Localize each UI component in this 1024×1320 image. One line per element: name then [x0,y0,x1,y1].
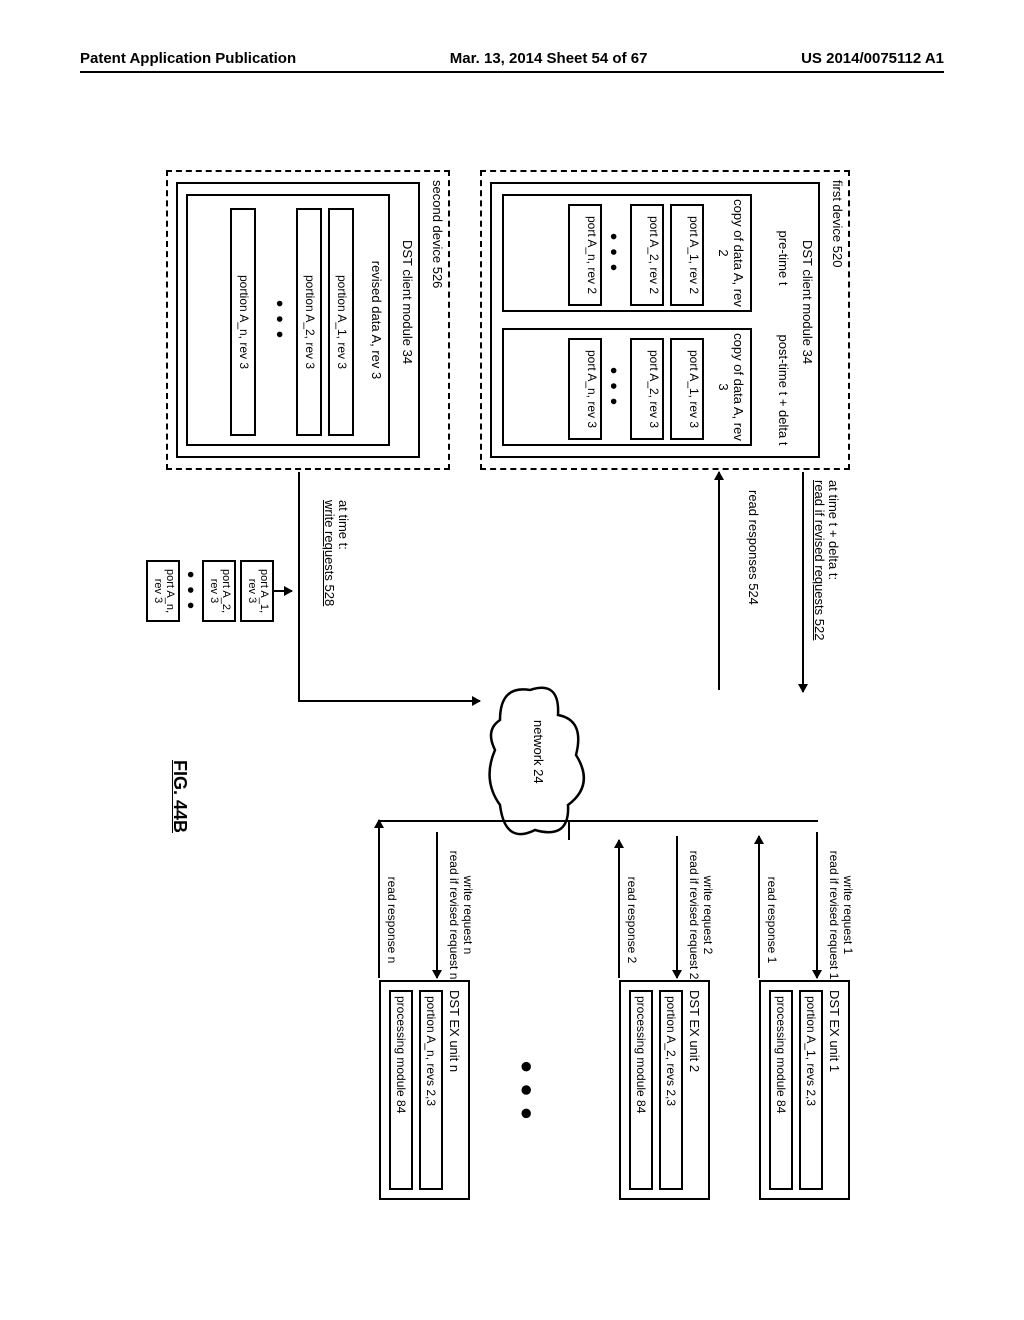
arrow-to-un [436,832,438,978]
lbl-wn: write request nread if revised request n [446,840,474,990]
lbl-w2: write request 2read if revised request 2 [686,840,714,990]
lbl-write-req: at time t: write requests 528 [321,500,350,660]
un-module: processing module 84 [389,990,413,1190]
second-device-title: second device 526 [430,180,444,288]
lbl-w1: write request 1read if revised request 1 [826,840,854,990]
figure-wrapper: first device 520 DST client module 34 pr… [0,305,1024,1075]
dst-ex-unit-1: DST EX unit 1 portion A_1, revs 2,3 proc… [759,980,850,1200]
arrow-to-u2 [676,836,678,978]
portbox-arrow [274,590,292,592]
hdr-mid: Mar. 13, 2014 Sheet 54 of 67 [450,50,648,67]
u1-portion: portion A_1, revs 2,3 [799,990,823,1190]
arrow-from-u2 [618,840,620,978]
u2-portion: portion A_2, revs 2,3 [659,990,683,1190]
arrow-from-un [378,820,380,978]
rev3-title: revised data A, rev 3 [369,196,388,444]
lbl-rrn: read response n [384,860,398,980]
arrow-to-u1 [816,832,818,978]
post-time-label: post-time t + delta t [776,330,790,450]
first-device-title: first device 520 [830,180,844,267]
u2-module: processing module 84 [629,990,653,1190]
dst1-title: DST client module 34 [800,240,814,364]
dots-icon: ● ● ● [184,560,198,622]
copy-pre-title: copy of data A, rev 2 [716,196,750,310]
line-wr-h [298,472,300,702]
copy-post-title: copy of data A, rev 3 [716,330,750,444]
pre-p1: port A_1, rev 2 [670,204,704,306]
copy-post: copy of data A, rev 3 port A_1, rev 3 po… [502,328,752,446]
stub-v1 [570,820,818,822]
figure-canvas: first device 520 DST client module 34 pr… [120,160,890,1220]
u1-module: processing module 84 [769,990,793,1190]
u1-title: DST EX unit 1 [827,990,842,1190]
post-p2: port A_2, rev 3 [630,338,664,440]
hdr-right: US 2014/0075112 A1 [801,50,944,67]
lbl-rr2: read response 2 [624,860,638,980]
dots-icon: ● ● ● [273,196,288,444]
pbox-2: port A_2, rev 3 [202,560,236,622]
network-label: network 24 [531,720,545,784]
rev3-rn: portion A_n, rev 3 [230,208,256,436]
lbl-rr1: read response 1 [764,860,778,980]
dst-ex-unit-2: DST EX unit 2 portion A_2, revs 2,3 proc… [619,980,710,1200]
arrow-from-u1 [758,836,760,978]
pre-p2: port A_2, rev 2 [630,204,664,306]
post-p1: port A_1, rev 3 [670,338,704,440]
revised-data: revised data A, rev 3 portion A_1, rev 3… [186,194,390,446]
post-pn: port A_n, rev 3 [568,338,602,440]
arrow-read-if [802,472,804,692]
dst-ex-unit-n: DST EX unit n portion A_n, revs 2,3 proc… [379,980,470,1200]
copy-pre: copy of data A, rev 2 port A_1, rev 2 po… [502,194,752,312]
lbl-at-delta: at time t + delta t: read if revised req… [811,480,840,700]
rev3-r2: portion A_2, rev 3 [296,208,322,436]
pre-pn: port A_n, rev 2 [568,204,602,306]
page-header: Patent Application Publication Mar. 13, … [80,50,944,73]
dots-icon: ● ● ● [607,330,622,444]
dots-icon: ● ● ● [607,196,622,310]
hdr-left: Patent Application Publication [80,50,296,67]
pbox-1: port A_1, rev 3 [240,560,274,622]
read-if-requests-label: read if revised requests 522 [812,480,827,640]
line-wr-v [298,700,480,702]
stub-v2 [378,820,570,822]
stub-h [568,820,570,840]
arrow-read-resp [718,472,720,690]
dots-icon: ● ● ● [514,1060,540,1122]
pre-time-label: pre-time t [776,198,790,318]
lbl-read-resp: read responses 524 [746,490,760,640]
figure-label: FIG. 44B [169,760,190,833]
u2-title: DST EX unit 2 [687,990,702,1190]
un-title: DST EX unit n [447,990,462,1190]
pbox-n: port A_n, rev 3 [146,560,180,622]
rev3-r1: portion A_1, rev 3 [328,208,354,436]
dst2-title: DST client module 34 [400,240,414,364]
un-portion: portion A_n, revs 2,3 [419,990,443,1190]
